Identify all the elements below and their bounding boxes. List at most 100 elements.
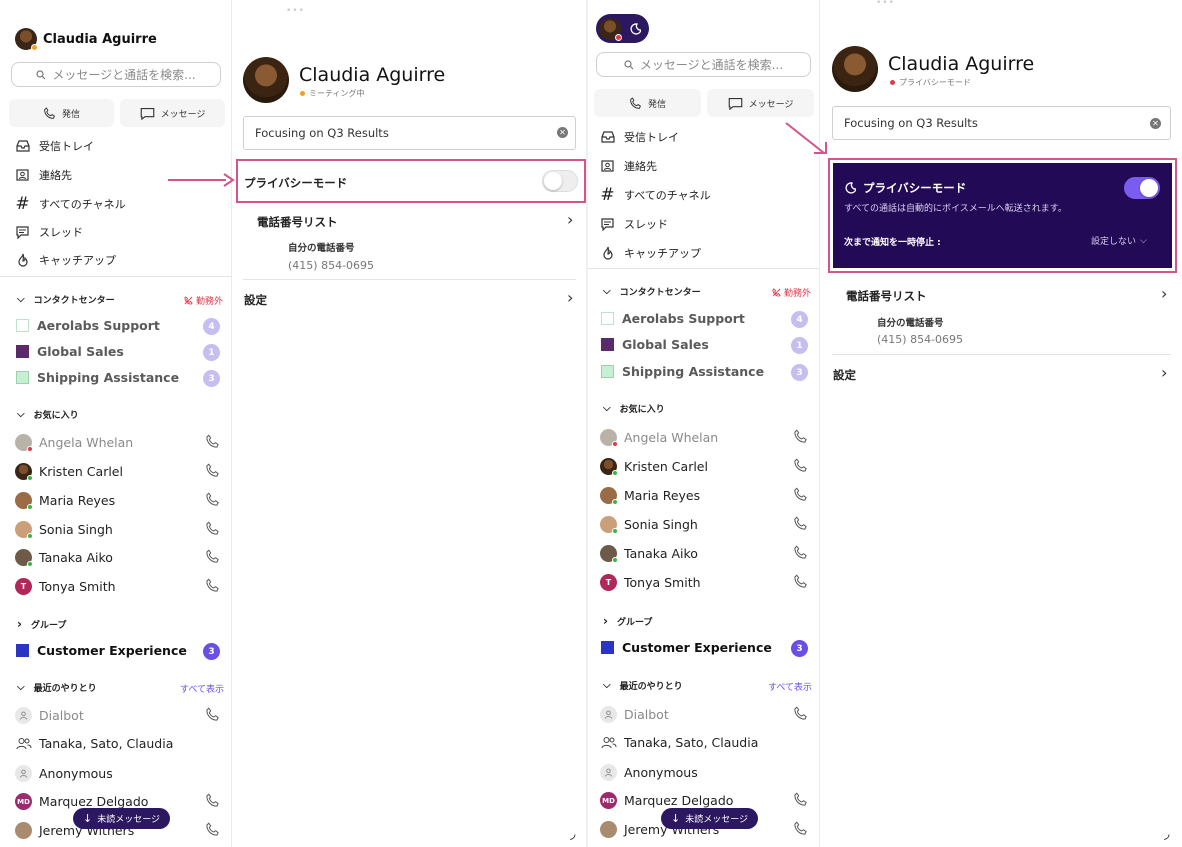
checkbox-checked-icon[interactable] xyxy=(601,365,614,378)
call-icon[interactable] xyxy=(205,793,220,812)
recent-header[interactable]: ⌵ 最近のやりとり xyxy=(17,681,97,694)
channel-item[interactable]: Shipping Assistance xyxy=(16,370,179,385)
call-icon[interactable] xyxy=(205,492,220,511)
groups-header[interactable]: › グループ xyxy=(603,614,652,628)
favorite-contact[interactable]: Tanaka Aiko xyxy=(15,549,113,567)
call-icon[interactable] xyxy=(205,707,220,726)
checkbox-checked-icon[interactable] xyxy=(16,371,29,384)
nav-item-channels[interactable]: # すべてのチャネル xyxy=(15,194,125,214)
phone-list-title[interactable]: 電話番号リスト xyxy=(257,214,338,230)
search-input[interactable]: メッセージと通話を検索... xyxy=(11,62,221,87)
show-all-link[interactable]: すべて表示 xyxy=(768,680,812,693)
groups-header[interactable]: › グループ xyxy=(17,617,66,631)
call-icon[interactable] xyxy=(205,434,220,453)
favorite-contact[interactable]: Kristen Carlel xyxy=(600,458,708,476)
call-icon[interactable] xyxy=(205,521,220,540)
off-duty-status[interactable]: 勤務外 xyxy=(184,294,223,307)
call-icon[interactable] xyxy=(793,574,808,593)
status-message-field[interactable]: Focusing on Q3 Results xyxy=(832,106,1171,140)
call-icon[interactable] xyxy=(205,463,220,482)
channel-item[interactable]: Aerolabs Support xyxy=(16,318,160,333)
chevron-right-icon[interactable]: › xyxy=(567,210,573,229)
recent-item[interactable]: Tanaka, Sato, Claudia xyxy=(15,736,173,751)
settings-link[interactable]: 設定 xyxy=(244,292,267,308)
call-icon[interactable] xyxy=(793,545,808,564)
call-icon[interactable] xyxy=(793,458,808,477)
call-icon[interactable] xyxy=(205,822,220,841)
recent-item[interactable]: Anonymous xyxy=(15,765,113,782)
privacy-mode-toggle[interactable] xyxy=(1124,177,1160,199)
message-button[interactable]: メッセージ xyxy=(120,99,225,127)
favorite-contact[interactable]: Kristen Carlel xyxy=(15,463,123,481)
chevron-right-icon[interactable]: › xyxy=(1161,284,1167,303)
unread-messages-button[interactable]: ↓ 未読メッセージ xyxy=(73,808,171,829)
channel-item[interactable]: Shipping Assistance xyxy=(601,364,764,379)
nav-item-contacts[interactable]: 連絡先 xyxy=(15,167,72,183)
call-icon[interactable] xyxy=(793,429,808,448)
call-icon[interactable] xyxy=(793,516,808,535)
channel-item[interactable]: Aerolabs Support xyxy=(601,311,745,326)
favorite-contact[interactable]: Sonia Singh xyxy=(15,521,113,539)
favorite-contact[interactable]: T Tonya Smith xyxy=(15,578,116,595)
recent-item[interactable]: Tanaka, Sato, Claudia xyxy=(600,735,758,750)
chevron-right-icon[interactable]: › xyxy=(567,288,573,307)
call-icon[interactable] xyxy=(793,706,808,725)
favorite-contact[interactable]: Angela Whelan xyxy=(15,434,133,452)
favorites-header[interactable]: ⌵ お気に入り xyxy=(17,408,79,421)
call-button[interactable]: 発信 xyxy=(594,89,701,117)
channel-item[interactable]: Global Sales xyxy=(16,344,124,359)
presence-status[interactable]: ミーティング中 xyxy=(300,88,365,99)
nav-item-inbox[interactable]: 受信トレイ xyxy=(600,129,679,145)
nav-item-threads[interactable]: スレッド xyxy=(15,224,83,240)
sidebar-user[interactable]: Claudia Aguirre xyxy=(15,28,157,51)
checkbox-icon[interactable] xyxy=(16,319,29,332)
off-duty-status[interactable]: 勤務外 xyxy=(772,286,811,299)
favorite-contact[interactable]: Maria Reyes xyxy=(600,487,700,505)
group-item[interactable]: Customer Experience xyxy=(601,640,772,655)
call-icon[interactable] xyxy=(793,487,808,506)
recent-item[interactable]: Dialbot xyxy=(15,707,84,724)
favorite-contact[interactable]: Maria Reyes xyxy=(15,492,115,510)
call-button[interactable]: 発信 xyxy=(9,99,114,127)
search-input[interactable]: メッセージと通話を検索... xyxy=(596,52,811,77)
checkbox-checked-icon[interactable] xyxy=(601,338,614,351)
channel-item[interactable]: Global Sales xyxy=(601,337,709,352)
drag-handle[interactable]: ••• xyxy=(286,6,305,16)
contact-center-header[interactable]: ⌵ コンタクトセンター xyxy=(17,293,115,306)
checkbox-icon[interactable] xyxy=(601,312,614,325)
call-icon[interactable] xyxy=(793,792,808,811)
recent-item[interactable]: Dialbot xyxy=(600,706,669,723)
nav-item-catchup[interactable]: キャッチアップ xyxy=(600,245,701,261)
recent-item[interactable]: MD Marquez Delgado xyxy=(600,792,733,809)
favorite-contact[interactable]: Tanaka Aiko xyxy=(600,545,698,563)
checkbox-checked-icon[interactable] xyxy=(16,644,29,657)
privacy-mode-toggle[interactable] xyxy=(542,170,578,192)
pause-notifications-dropdown[interactable]: 設定しない ⌵ xyxy=(1091,234,1147,248)
favorites-header[interactable]: ⌵ お気に入り xyxy=(603,402,665,415)
checkbox-checked-icon[interactable] xyxy=(16,345,29,358)
unread-messages-button[interactable]: ↓ 未読メッセージ xyxy=(661,808,759,829)
favorite-contact[interactable]: T Tonya Smith xyxy=(600,574,701,591)
nav-item-channels[interactable]: # すべてのチャネル xyxy=(600,185,710,205)
clear-icon[interactable]: ✕ xyxy=(557,127,568,138)
chevron-right-icon[interactable]: › xyxy=(1161,363,1167,382)
call-icon[interactable] xyxy=(205,578,220,597)
checkbox-checked-icon[interactable] xyxy=(601,641,614,654)
nav-item-catchup[interactable]: キャッチアップ xyxy=(15,252,116,268)
presence-status[interactable]: プライバシーモード xyxy=(890,77,971,88)
call-icon[interactable] xyxy=(793,821,808,840)
nav-item-inbox[interactable]: 受信トレイ xyxy=(15,138,94,154)
message-button[interactable]: メッセージ xyxy=(707,89,814,117)
status-message-field[interactable]: Focusing on Q3 Results xyxy=(243,116,576,150)
recent-item[interactable]: Anonymous xyxy=(600,764,698,781)
settings-link[interactable]: 設定 xyxy=(833,367,856,383)
recent-header[interactable]: ⌵ 最近のやりとり xyxy=(603,679,683,692)
nav-item-threads[interactable]: スレッド xyxy=(600,216,668,232)
call-icon[interactable] xyxy=(205,549,220,568)
group-item[interactable]: Customer Experience xyxy=(16,643,187,658)
sidebar-user-pill[interactable] xyxy=(596,14,649,43)
phone-list-title[interactable]: 電話番号リスト xyxy=(846,288,927,304)
favorite-contact[interactable]: Sonia Singh xyxy=(600,516,698,534)
clear-icon[interactable]: ✕ xyxy=(1150,118,1161,129)
favorite-contact[interactable]: Angela Whelan xyxy=(600,429,718,447)
